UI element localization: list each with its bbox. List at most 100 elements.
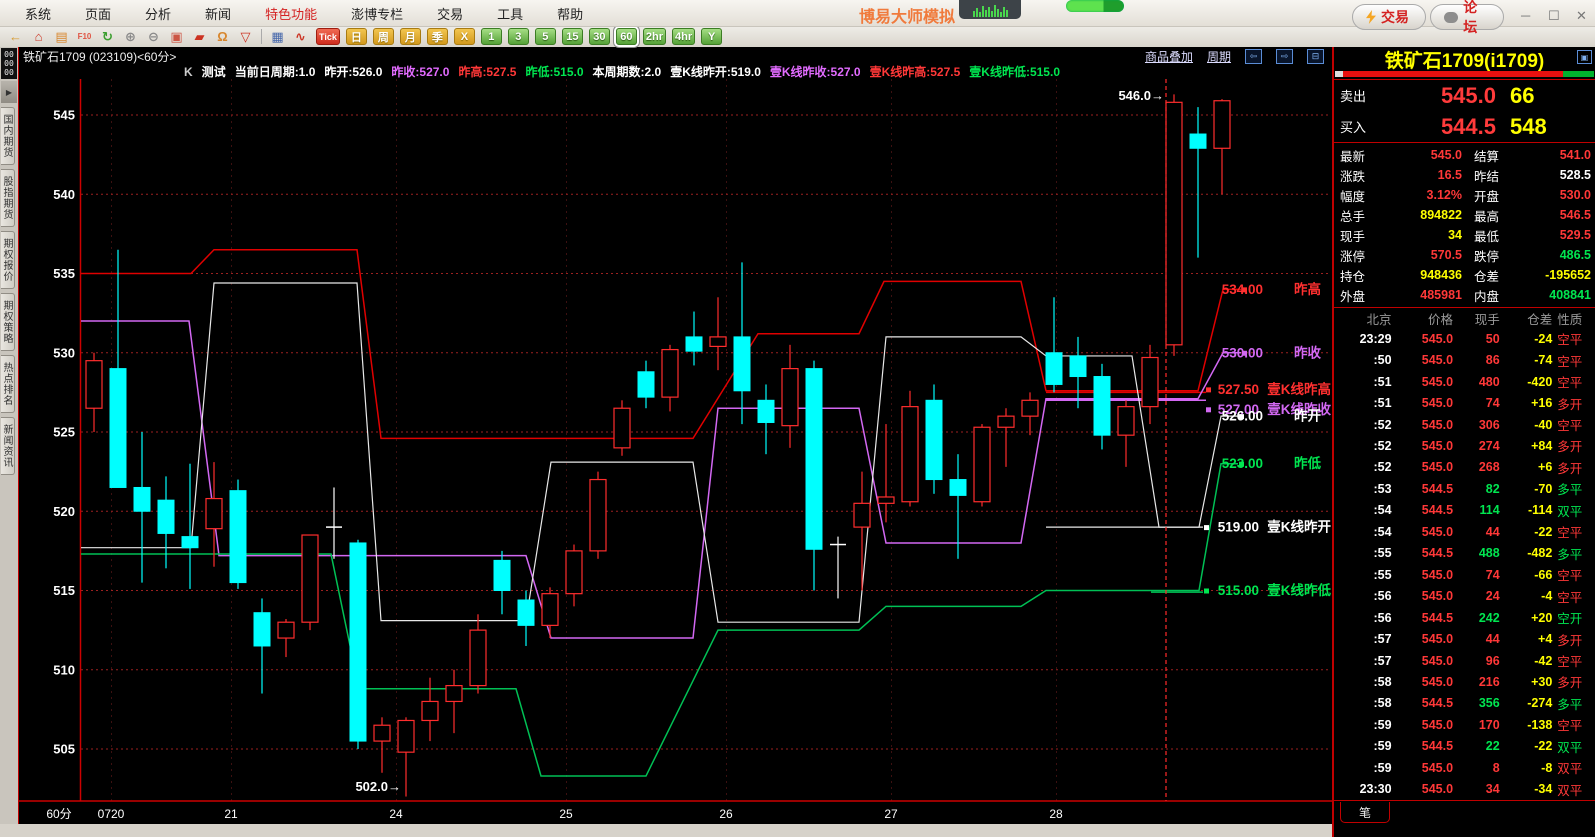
panel-mini-button[interactable]: ▣	[1577, 50, 1592, 64]
tick-row[interactable]: :55545.074-66空平	[1334, 564, 1595, 585]
f10-icon[interactable]: F10	[75, 28, 94, 45]
tick-row[interactable]: :50545.086-74空平	[1334, 349, 1595, 370]
tick-row[interactable]: :53544.582-70多平	[1334, 478, 1595, 499]
zoom-in-icon[interactable]: ⊕	[121, 28, 140, 45]
level-name: 昨低	[1294, 455, 1322, 471]
period-button-Tick[interactable]: Tick	[316, 28, 340, 45]
split-window-button[interactable]: ⊟	[1307, 49, 1324, 64]
tick-price: 545.0	[1392, 632, 1454, 646]
tick-nature: 多平	[1552, 479, 1595, 498]
menu-item-工具[interactable]: 工具	[480, 4, 540, 23]
tick-nature: 多开	[1552, 672, 1595, 691]
menu-item-特色功能[interactable]: 特色功能	[248, 4, 334, 23]
tick-time: :59	[1334, 761, 1392, 775]
period-button-周[interactable]: 周	[373, 28, 394, 45]
period-button-季[interactable]: 季	[427, 28, 448, 45]
menu-item-澎博专栏[interactable]: 澎博专栏	[334, 4, 420, 23]
tick-row[interactable]: :56545.024-4空平	[1334, 585, 1595, 606]
menu-item-分析[interactable]: 分析	[128, 4, 188, 23]
tick-row[interactable]: :52545.0306-40空平	[1334, 414, 1595, 435]
draw-icon[interactable]: ▰	[190, 28, 209, 45]
kline-chart-icon[interactable]: ∿	[291, 28, 310, 45]
tick-row[interactable]: 23:30545.034-34双平	[1334, 779, 1595, 800]
period-button-2hr[interactable]: 2hr	[643, 28, 666, 45]
bid-row[interactable]: 买入 544.5 548	[1334, 111, 1595, 142]
sidebar-play-button[interactable]: ▶	[1, 81, 17, 103]
tick-row[interactable]: :58544.5356-274多平	[1334, 693, 1595, 714]
market-sparkline-widget[interactable]	[959, 0, 1021, 19]
quote-stats: 最新545.0结算541.0涨跌16.5昨结528.5幅度3.12%开盘530.…	[1334, 143, 1595, 307]
candle-down	[110, 369, 126, 488]
kline-chart[interactable]: 54554053553052552051551050560分0720212425…	[19, 79, 1332, 825]
tick-row[interactable]: :59544.522-22双平	[1334, 736, 1595, 757]
tab-tick-detail[interactable]: 笔	[1340, 802, 1390, 823]
maximize-button[interactable]: ☐	[1548, 8, 1560, 24]
overlay-icon[interactable]: ▣	[167, 28, 186, 45]
period-button-15[interactable]: 15	[562, 28, 583, 45]
sidebar-tab-国内期货[interactable]: 国内期货	[1, 107, 15, 165]
trade-button[interactable]: 交易	[1352, 4, 1426, 30]
tick-row[interactable]: 23:29545.050-24空平	[1334, 328, 1595, 349]
quote-table-icon[interactable]: ▦	[268, 28, 287, 45]
sidebar-tab-新闻资讯[interactable]: 新闻资讯	[1, 417, 15, 475]
tick-volume: 50	[1453, 332, 1500, 346]
tick-row[interactable]: :52545.0268+6多开	[1334, 457, 1595, 478]
tick-row[interactable]: :55544.5488-482多平	[1334, 543, 1595, 564]
sidebar-tab-股指期货[interactable]: 股指期货	[1, 169, 15, 227]
period-button-日[interactable]: 日	[346, 28, 367, 45]
tick-volume: 114	[1453, 503, 1500, 517]
filter-icon[interactable]: ▽	[236, 28, 255, 45]
tick-row[interactable]: :58545.0216+30多开	[1334, 671, 1595, 692]
next-window-button[interactable]: ⇨	[1276, 49, 1293, 64]
menu-item-页面[interactable]: 页面	[68, 4, 128, 23]
overlay-link[interactable]: 商品叠加	[1145, 48, 1193, 65]
zoom-out-icon[interactable]: ⊖	[144, 28, 163, 45]
home-icon[interactable]: ⌂	[29, 28, 48, 45]
menu-item-交易[interactable]: 交易	[420, 4, 480, 23]
ticker-line: 00	[1, 50, 17, 59]
tick-row[interactable]: :51545.074+16多开	[1334, 392, 1595, 413]
period-button-3[interactable]: 3	[508, 28, 529, 45]
sidebar-tab-期权报价[interactable]: 期权报价	[1, 231, 15, 289]
period-button-月[interactable]: 月	[400, 28, 421, 45]
tick-volume: 480	[1453, 375, 1500, 389]
tick-nature: 空平	[1552, 522, 1595, 541]
period-button-30[interactable]: 30	[589, 28, 610, 45]
news-icon[interactable]: ▤	[52, 28, 71, 45]
menu-item-新闻[interactable]: 新闻	[188, 4, 248, 23]
close-button[interactable]: ✕	[1576, 8, 1587, 24]
period-button-5[interactable]: 5	[535, 28, 556, 45]
tick-row[interactable]: :57545.044+4多开	[1334, 628, 1595, 649]
tick-table[interactable]: 23:29545.050-24空平:50545.086-74空平:51545.0…	[1334, 328, 1595, 800]
menu-item-帮助[interactable]: 帮助	[540, 4, 600, 23]
tick-nature: 空开	[1552, 608, 1595, 627]
period-button-X[interactable]: X	[454, 28, 475, 45]
prev-window-button[interactable]: ⇦	[1245, 49, 1262, 64]
period-button-1[interactable]: 1	[481, 28, 502, 45]
tick-row[interactable]: :56544.5242+20空开	[1334, 607, 1595, 628]
sidebar-tab-热点排名[interactable]: 热点排名	[1, 355, 15, 413]
ask-row[interactable]: 卖出 545.0 66	[1334, 80, 1595, 111]
tick-row[interactable]: :59545.0170-138空平	[1334, 714, 1595, 735]
tick-row[interactable]: :52545.0274+84多开	[1334, 435, 1595, 456]
period-button-4hr[interactable]: 4hr	[672, 28, 695, 45]
minimize-button[interactable]: ─	[1521, 8, 1530, 23]
sidebar-tab-期权策略[interactable]: 期权策略	[1, 293, 15, 351]
tick-row[interactable]: :54544.5114-114双平	[1334, 500, 1595, 521]
stat-row: 涨停570.5跌停486.5	[1334, 245, 1595, 265]
menu-item-系统[interactable]: 系统	[8, 4, 68, 23]
level-dot	[1206, 407, 1211, 412]
period-link[interactable]: 周期	[1207, 48, 1231, 65]
tick-row[interactable]: :59545.08-8双平	[1334, 757, 1595, 778]
back-icon[interactable]: ←	[6, 28, 25, 45]
tick-row[interactable]: :51545.0480-420空平	[1334, 371, 1595, 392]
alarm-icon[interactable]: Ω	[213, 28, 232, 45]
stat-value: 948436	[1378, 268, 1462, 282]
refresh-icon[interactable]: ↻	[98, 28, 117, 45]
period-button-Y[interactable]: Y	[701, 28, 722, 45]
tick-row[interactable]: :54545.044-22空平	[1334, 521, 1595, 542]
forum-button[interactable]: 论坛	[1430, 4, 1504, 30]
tick-row[interactable]: :57545.096-42空平	[1334, 650, 1595, 671]
x-axis-label: 25	[559, 807, 573, 821]
period-button-60[interactable]: 60	[616, 28, 637, 45]
